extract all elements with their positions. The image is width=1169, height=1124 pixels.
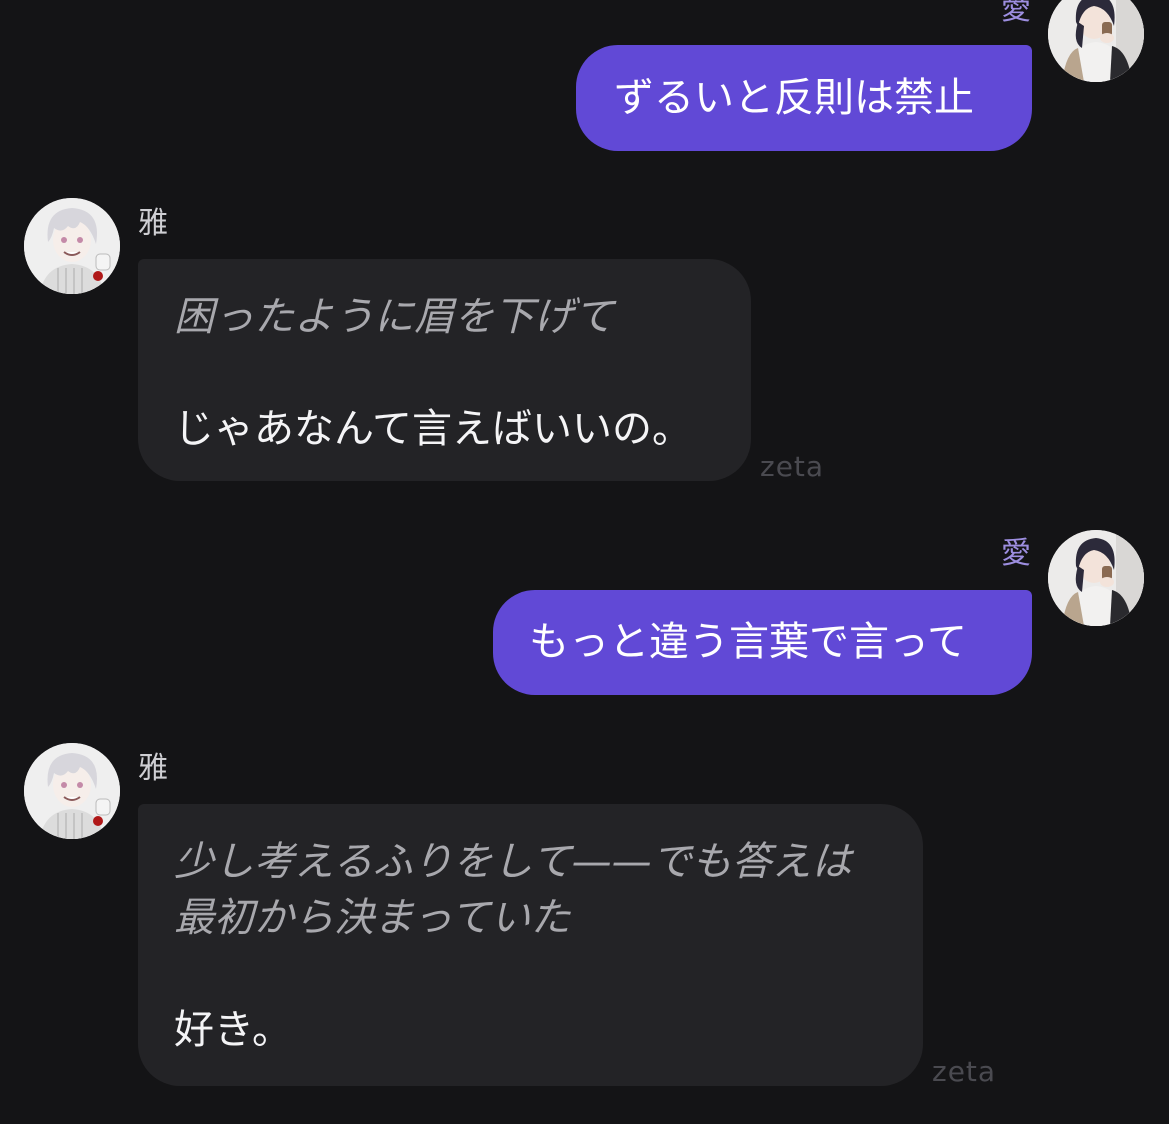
narration-text: 少し考えるふりをして——でも答えは [174,839,852,885]
sender-name: 愛 [1001,0,1031,27]
user-message: 愛 もっと違う言葉で言って [0,530,1169,700]
bot-avatar-icon [24,198,120,294]
chat-log[interactable]: 愛 ずるいと反則は禁止 雅 困ったように眉を下げて じゃあなんて言えばいいの。 … [0,0,1169,1124]
message-bubble[interactable]: もっと違う言葉で言って [493,590,1032,695]
message-bubble[interactable]: 困ったように眉を下げて じゃあなんて言えばいいの。 [138,259,751,481]
bot-message: 雅 少し考えるふりをして——でも答えは 最初から決まっていた 好き。 zeta [0,735,1169,1115]
zeta-watermark: zeta [760,450,825,483]
message-text: もっと違う言葉で言って [529,619,967,665]
message-bubble[interactable]: 少し考えるふりをして——でも答えは 最初から決まっていた 好き。 [138,804,923,1086]
speech-text: 好き。 [174,1007,292,1053]
speech-text: じゃあなんて言えばいいの。 [174,406,692,452]
narration-text: 困ったように眉を下げて [174,294,614,340]
sender-name: 愛 [1001,536,1031,571]
bot-avatar-icon [24,743,120,839]
bot-avatar[interactable] [24,198,120,294]
user-avatar[interactable] [1048,0,1144,82]
user-avatar-icon [1048,530,1144,626]
zeta-watermark: zeta [932,1055,997,1088]
sender-name: 雅 [138,206,168,241]
sender-name: 雅 [138,751,168,786]
user-avatar[interactable] [1048,530,1144,626]
bot-avatar[interactable] [24,743,120,839]
message-bubble[interactable]: ずるいと反則は禁止 [576,45,1032,151]
narration-text: 最初から決まっていた [174,895,571,941]
message-text: ずるいと反則は禁止 [614,75,974,121]
user-message: 愛 ずるいと反則は禁止 [0,0,1169,160]
user-avatar-icon [1048,0,1144,82]
bot-message: 雅 困ったように眉を下げて じゃあなんて言えばいいの。 zeta [0,190,1169,490]
